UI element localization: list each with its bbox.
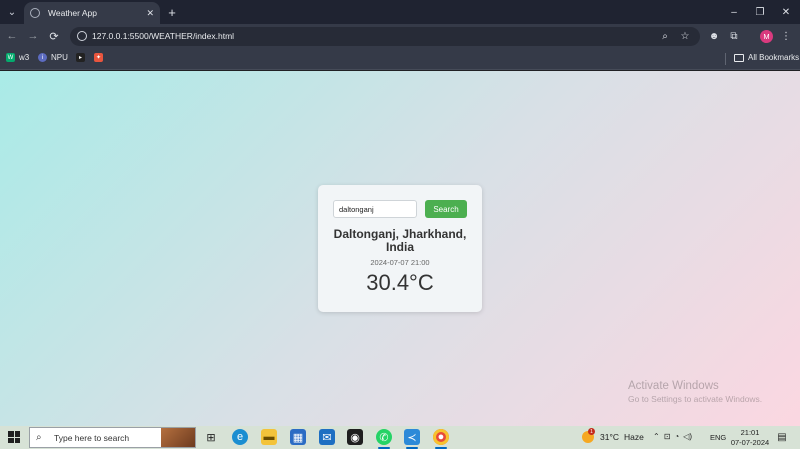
mail-icon[interactable]: ✉ — [319, 429, 335, 445]
sun-icon: 1 — [582, 428, 595, 443]
bookmark-w3[interactable]: W w3 — [6, 53, 29, 62]
network-icon[interactable]: ⊡ — [664, 432, 671, 441]
edge-icon[interactable]: e — [232, 429, 248, 445]
notification-icon[interactable]: ▤ — [776, 431, 788, 443]
zoom-icon[interactable]: ⌕ — [658, 29, 672, 43]
reload-button[interactable]: ⟳ — [46, 28, 62, 44]
language-indicator[interactable]: ENG — [710, 433, 726, 442]
w3schools-icon: W — [6, 53, 15, 62]
back-button[interactable]: ← — [4, 28, 20, 44]
globe-icon — [30, 8, 40, 18]
page-viewport: Search Daltonganj, Jharkhand, India 2024… — [0, 71, 800, 426]
city-search-input[interactable] — [333, 200, 417, 218]
taskbar-clock[interactable]: 21:01 07-07-2024 — [730, 428, 770, 447]
system-tray: ⌃ ⊡ ◔ ◁) — [653, 432, 692, 441]
search-highlight-image — [161, 428, 195, 447]
search-button[interactable]: Search — [425, 200, 467, 218]
folder-icon — [734, 53, 744, 62]
store-icon[interactable]: ▦ — [290, 429, 306, 445]
tab-title: Weather App — [48, 8, 97, 18]
vscode-icon[interactable]: ≺ — [404, 429, 420, 445]
volume-icon[interactable]: ◁) — [683, 432, 692, 441]
bookmark-npu[interactable]: i NPU — [38, 53, 68, 62]
new-tab-button[interactable]: + — [164, 4, 180, 20]
minimize-button[interactable]: – — [726, 4, 742, 20]
url-text: 127.0.0.1:5500/WEATHER/index.html — [92, 31, 235, 41]
wifi-icon[interactable]: ◔ — [674, 432, 679, 441]
whatsapp-icon[interactable]: ✆ — [376, 429, 392, 445]
bookmark-4[interactable]: ✦ — [94, 53, 107, 62]
all-bookmarks-label: All Bookmarks — [748, 53, 800, 62]
tab-strip: ⌄ Weather App ✕ + – ❐ ✕ — [0, 0, 800, 24]
search-icon: ⌕ — [36, 432, 42, 443]
taskbar-weather-widget[interactable]: 1 31°C Haze — [582, 428, 644, 443]
windows-start-icon[interactable] — [8, 431, 20, 443]
tab-weather-app[interactable]: Weather App ✕ — [24, 2, 160, 24]
bookmark-3[interactable]: ▸ — [76, 53, 89, 62]
weather-temp: 31°C — [600, 432, 619, 442]
weather-card: Search Daltonganj, Jharkhand, India 2024… — [318, 185, 482, 312]
watermark-subtitle: Go to Settings to activate Windows. — [628, 394, 763, 404]
clock-date: 07-07-2024 — [730, 437, 770, 447]
bookmark-icon-4: ✦ — [94, 53, 103, 62]
activate-windows-watermark: Activate Windows Go to Settings to activ… — [628, 380, 762, 404]
chrome-icon[interactable]: ● — [433, 429, 449, 445]
bookmark-label: w3 — [19, 53, 30, 62]
bookmark-star-icon[interactable]: ☆ — [678, 29, 692, 43]
close-window-button[interactable]: ✕ — [778, 4, 794, 20]
taskbar-search-box[interactable]: ⌕ Type here to search — [29, 427, 196, 448]
address-bar[interactable]: 127.0.0.1:5500/WEATHER/index.html ⌕ ☆ — [70, 27, 700, 46]
windows-taskbar: ⌕ Type here to search ⊞ e ▬ ▦ ✉ ◉ ✆ ≺ ● … — [0, 426, 800, 449]
city-name: Daltonganj, Jharkhand, India — [333, 227, 467, 254]
site-info-icon[interactable] — [77, 31, 87, 41]
more-menu-icon[interactable]: ⋮ — [778, 28, 794, 44]
bookmark-label: NPU — [51, 53, 68, 62]
file-explorer-icon[interactable]: ▬ — [261, 429, 277, 445]
forward-button[interactable]: → — [25, 28, 41, 44]
bookmarks-bar: W w3 i NPU ▸ ✦ All Bookmarks — [0, 48, 800, 70]
github-icon[interactable]: ◉ — [347, 429, 363, 445]
date-time: 2024-07-07 21:00 — [370, 258, 430, 267]
bookmarks-divider — [725, 53, 726, 65]
all-bookmarks-button[interactable]: All Bookmarks — [734, 53, 799, 62]
extension-avatar-icon[interactable]: ☻ — [706, 28, 722, 44]
chevron-up-icon[interactable]: ⌃ — [653, 432, 660, 441]
tab-search-chevron-icon[interactable]: ⌄ — [4, 4, 20, 20]
temperature: 30.4°C — [366, 270, 434, 295]
close-tab-icon[interactable]: ✕ — [146, 8, 154, 19]
clock-time: 21:01 — [740, 428, 760, 437]
npu-icon: i — [38, 53, 47, 62]
restore-button[interactable]: ❐ — [752, 4, 768, 20]
weather-desc: Haze — [624, 432, 644, 442]
watermark-title: Activate Windows — [628, 380, 719, 392]
weather-badge: 1 — [588, 428, 595, 435]
bookmark-icon-3: ▸ — [76, 53, 85, 62]
profile-avatar[interactable]: M — [760, 30, 773, 43]
taskbar-search-placeholder: Type here to search — [54, 432, 130, 443]
extensions-puzzle-icon[interactable]: ⧉ — [726, 28, 742, 44]
browser-toolbar: ← → ⟳ 127.0.0.1:5500/WEATHER/index.html … — [0, 24, 800, 48]
task-view-icon[interactable]: ⊞ — [203, 429, 219, 445]
